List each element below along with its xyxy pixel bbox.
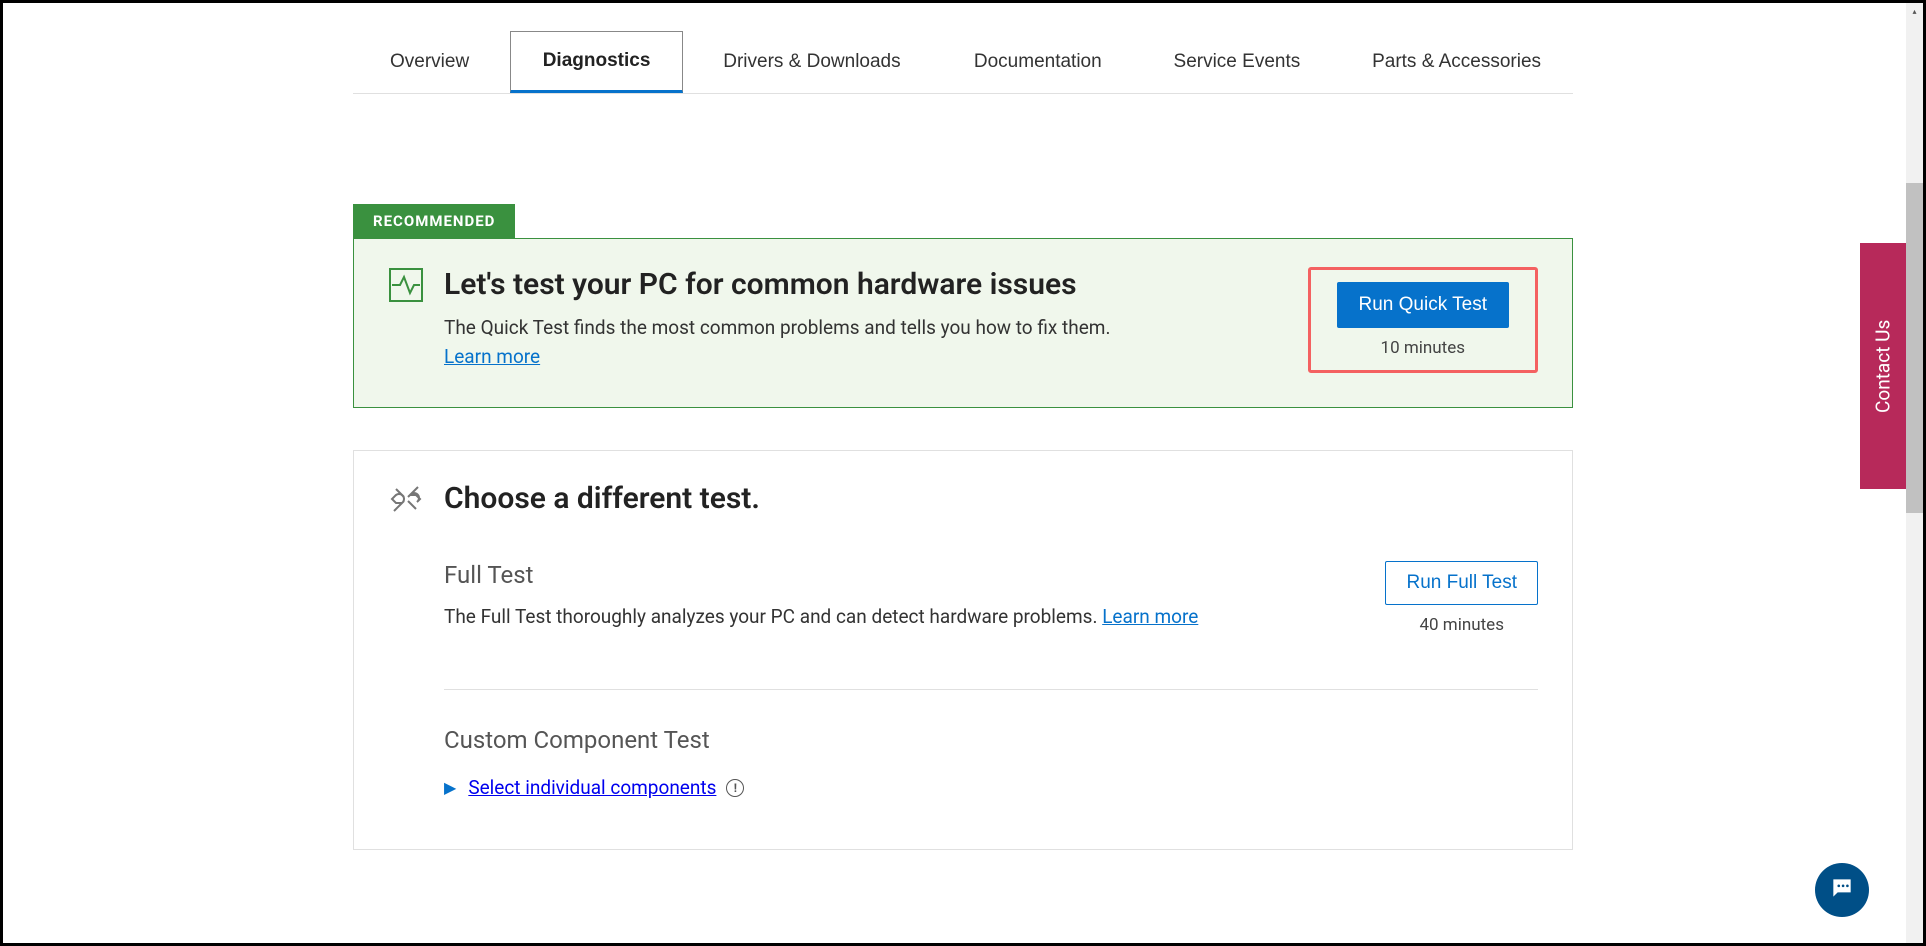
info-icon[interactable]: ! [726, 779, 744, 797]
full-test-row: Full Test The Full Test thoroughly analy… [444, 561, 1538, 659]
alternate-body: Full Test The Full Test thoroughly analy… [444, 521, 1538, 799]
full-test-learn-more-link[interactable]: Learn more [1102, 605, 1198, 628]
activity-icon [388, 267, 424, 307]
tab-diagnostics[interactable]: Diagnostics [510, 31, 684, 93]
tab-service-events[interactable]: Service Events [1142, 31, 1333, 93]
recommended-body: Let's test your PC for common hardware i… [444, 267, 1308, 368]
recommended-block: RECOMMENDED Let's test your PC for commo… [353, 204, 1573, 408]
tab-drivers-downloads[interactable]: Drivers & Downloads [691, 31, 932, 93]
recommended-title: Let's test your PC for common hardware i… [444, 267, 1308, 302]
content-area: RECOMMENDED Let's test your PC for commo… [353, 94, 1573, 850]
run-full-test-button[interactable]: Run Full Test [1385, 561, 1538, 605]
alternate-title: Choose a different test. [444, 481, 760, 516]
custom-test-row: Custom Component Test ▶ Select individua… [444, 726, 1538, 799]
page-container: Overview Diagnostics Drivers & Downloads… [233, 3, 1693, 850]
tab-overview[interactable]: Overview [358, 31, 501, 93]
select-components-link[interactable]: Select individual components [468, 776, 716, 799]
full-test-info: Full Test The Full Test thoroughly analy… [444, 561, 1345, 628]
quick-test-learn-more-link[interactable]: Learn more [444, 345, 540, 368]
tab-documentation[interactable]: Documentation [942, 31, 1134, 93]
chat-button[interactable] [1815, 863, 1869, 917]
scrollbar-arrow-up-icon[interactable]: ▴ [1906, 3, 1923, 20]
tabs-nav: Overview Diagnostics Drivers & Downloads… [353, 3, 1573, 94]
full-test-name: Full Test [444, 561, 1345, 589]
select-components-row: ▶ Select individual components ! [444, 776, 1538, 799]
chat-icon [1829, 875, 1855, 905]
recommended-card: Let's test your PC for common hardware i… [353, 238, 1573, 408]
contact-us-tab[interactable]: Contact Us [1860, 243, 1906, 489]
full-test-action: Run Full Test 40 minutes [1385, 561, 1538, 635]
quick-test-duration: 10 minutes [1337, 338, 1509, 358]
full-test-description: The Full Test thoroughly analyzes your P… [444, 605, 1345, 628]
tools-icon [388, 481, 424, 521]
recommended-badge: RECOMMENDED [353, 204, 515, 238]
recommended-description: The Quick Test finds the most common pro… [444, 316, 1308, 339]
run-quick-test-button[interactable]: Run Quick Test [1337, 282, 1509, 328]
divider [444, 689, 1538, 690]
caret-right-icon: ▶ [444, 778, 456, 797]
alternate-tests-card: Choose a different test. Full Test The F… [353, 450, 1573, 850]
tab-parts-accessories[interactable]: Parts & Accessories [1340, 31, 1573, 93]
alternate-header: Choose a different test. [388, 481, 1538, 521]
custom-test-name: Custom Component Test [444, 726, 1538, 754]
run-quick-test-container: Run Quick Test 10 minutes [1308, 267, 1538, 373]
full-test-duration: 40 minutes [1385, 615, 1538, 635]
scrollbar-thumb[interactable] [1906, 183, 1923, 513]
